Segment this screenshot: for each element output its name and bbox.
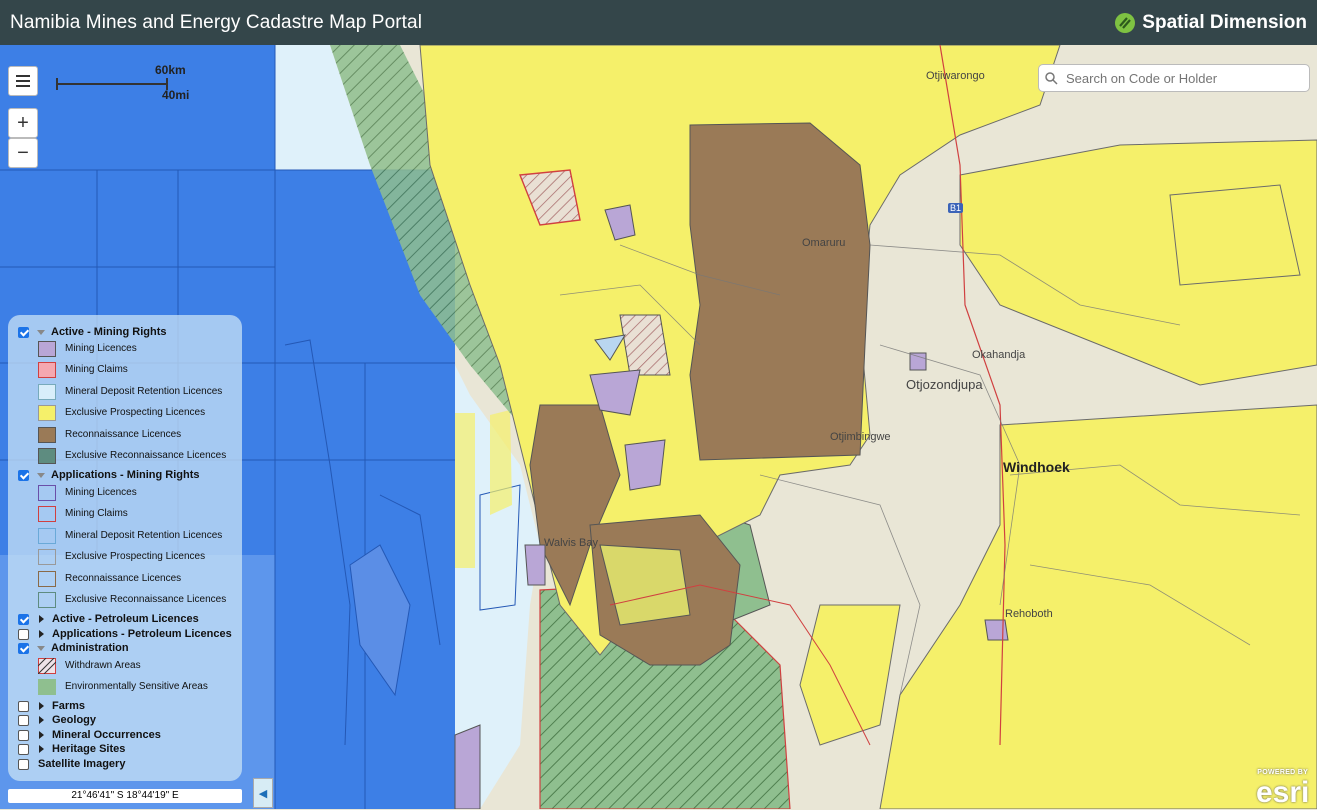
map-label-otjozondjupa: Otjozondjupa [906,377,983,392]
legend-item-label: Mining Claims [65,508,128,519]
expand-triangle-icon[interactable] [37,645,45,651]
route-shield-b1: B1 [948,203,964,213]
layer-group-label: Applications - Mining Rights [51,469,200,481]
search-input[interactable] [1064,69,1298,87]
legend-item-label: Reconnaissance Licences [65,573,182,584]
expand-triangle-icon[interactable] [37,472,45,478]
app-header: Namibia Mines and Energy Cadastre Map Po… [0,0,1317,45]
layer-checkbox[interactable] [18,469,29,481]
app-excl-recon-swatch [38,592,56,608]
layer-group-label: Heritage Sites [52,743,126,755]
scale-bar: 60km 40mi [56,63,196,104]
layer-checkbox[interactable] [18,700,29,712]
layer-group-active-petroleum[interactable]: Active - Petroleum Licences [18,611,199,627]
layer-checkbox[interactable] [18,729,29,741]
map-label-walvis-bay: Walvis Bay [544,537,598,549]
sensitive-area-swatch [38,679,56,695]
coordinate-readout: 21°46'41" S 18°44'19" E [8,789,242,803]
layer-legend-panel: Active - Mining Rights Mining Licences M… [8,315,242,781]
layer-group-label: Satellite Imagery [38,758,126,770]
layer-checkbox[interactable] [18,326,29,338]
app-mining-claims-swatch [38,506,56,522]
collapsed-triangle-icon[interactable] [39,702,44,710]
map-label-rehoboth: Rehoboth [1005,608,1053,620]
layer-group-label: Mineral Occurrences [52,729,161,741]
layer-checkbox[interactable] [18,613,29,625]
legend-item-label: Withdrawn Areas [65,660,141,671]
brand-name: Spatial Dimension [1142,11,1307,33]
layer-checkbox[interactable] [18,628,29,640]
layer-checkbox[interactable] [18,714,29,726]
scale-km-label: 60km [155,63,186,77]
app-title: Namibia Mines and Energy Cadastre Map Po… [10,11,423,33]
legend-item-label: Exclusive Prospecting Licences [65,407,206,418]
epl-swatch [38,405,56,421]
map-label-okahandja: Okahandja [972,349,1026,361]
zoom-in-button[interactable]: + [8,108,38,138]
layer-group-applications-mining-rights[interactable]: Applications - Mining Rights [18,467,200,483]
layer-group-label: Farms [52,700,86,712]
app-epl-swatch [38,549,56,565]
legend-item-label: Reconnaissance Licences [65,429,182,440]
scale-mi-label: 40mi [162,88,190,102]
search-icon [1045,71,1058,85]
collapsed-triangle-icon[interactable] [39,615,44,623]
layer-group-satellite-imagery[interactable]: Satellite Imagery [18,756,125,772]
layer-group-label: Active - Mining Rights [51,326,167,338]
collapsed-triangle-icon[interactable] [39,745,44,753]
recon-swatch [38,427,56,443]
layer-group-active-mining-rights[interactable]: Active - Mining Rights [18,324,167,340]
layer-checkbox[interactable] [18,743,29,755]
mining-claims-swatch [38,362,56,378]
brand[interactable]: Spatial Dimension [1114,12,1307,34]
legend-item-label: Mineral Deposit Retention Licences [65,530,223,541]
legend-item-label: Mining Claims [65,364,128,375]
layer-checkbox[interactable] [18,758,29,770]
mdrl-swatch [38,384,56,400]
legend-item-label: Environmentally Sensitive Areas [65,681,208,692]
zoom-out-button[interactable]: − [8,138,38,168]
app-mdrl-swatch [38,528,56,544]
map-label-omaruru: Omaruru [802,237,846,249]
hamburger-icon [16,75,30,87]
search-box[interactable] [1038,64,1310,92]
collapse-panel-button[interactable]: ◀ [253,778,273,808]
layer-group-label: Applications - Petroleum Licences [52,628,232,640]
spatial-dimension-logo-icon [1115,12,1136,33]
withdrawn-swatch [38,658,56,674]
map-label-otjimbingwe: Otjimbingwe [830,431,891,443]
layer-group-label: Administration [51,642,129,654]
collapsed-triangle-icon[interactable] [39,630,44,638]
app-recon-swatch [38,571,56,587]
powered-by-label: POWERED BY [1257,769,1309,776]
legend-item-label: Mineral Deposit Retention Licences [65,386,223,397]
esri-logo: esri [1256,776,1310,809]
app-mining-licence-swatch [38,485,56,501]
scale-mid-line [56,83,168,85]
expand-triangle-icon[interactable] [37,329,45,335]
map-label-windhoek: Windhoek [1003,459,1070,475]
layer-group-label: Geology [52,714,97,726]
legend-item-label: Exclusive Reconnaissance Licences [65,450,227,461]
collapsed-triangle-icon[interactable] [39,731,44,739]
layer-group-heritage-sites[interactable]: Heritage Sites [18,741,125,757]
legend-item-label: Mining Licences [65,343,137,354]
esri-attribution[interactable]: POWERED BY esri [1256,769,1309,810]
legend-item-label: Exclusive Prospecting Licences [65,551,206,562]
map-label-otjiwarongo: Otjiwarongo [926,70,985,82]
legend-item-label: Mining Licences [65,487,137,498]
collapsed-triangle-icon[interactable] [39,716,44,724]
layer-checkbox[interactable] [18,642,29,654]
excl-recon-swatch [38,448,56,464]
legend-item-label: Exclusive Reconnaissance Licences [65,594,227,605]
mining-licence-swatch [38,341,56,357]
layer-group-label: Active - Petroleum Licences [52,613,199,625]
layer-group-geology[interactable]: Geology [18,712,96,728]
chevron-left-icon: ◀ [258,787,268,800]
layer-group-administration[interactable]: Administration [18,640,129,656]
menu-button[interactable] [8,66,38,96]
